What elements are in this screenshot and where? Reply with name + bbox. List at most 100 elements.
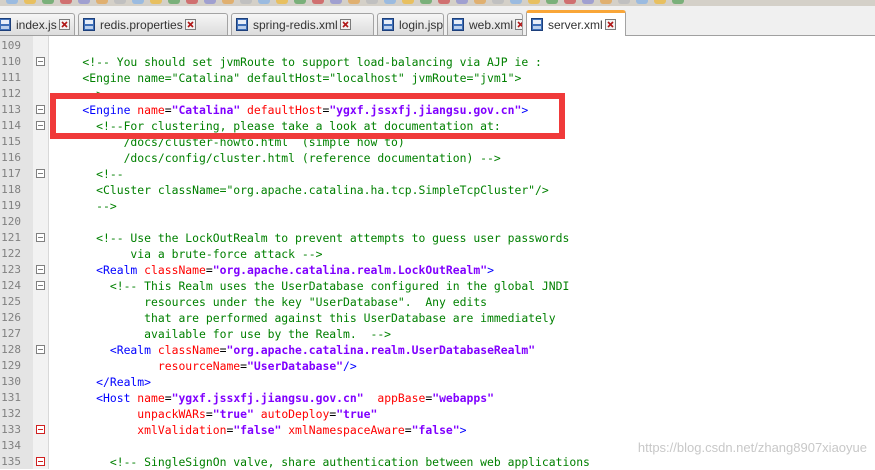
toolbar-icon[interactable] [618,0,630,4]
tab-server-xml[interactable]: server.xml [526,10,626,36]
toolbar-icon[interactable] [546,0,558,4]
toolbar-icon[interactable] [24,0,36,4]
line-number: 113 [1,103,21,116]
tab-login-jsp[interactable]: login.jsp [377,13,444,35]
code-line[interactable]: 129 resourceName="UserDatabase"/> [0,358,875,374]
toolbar-icon[interactable] [564,0,576,4]
toolbar-icon[interactable] [6,0,18,4]
fold-toggle-icon[interactable] [36,281,45,290]
code-line[interactable]: 124 <!-- This Realm uses the UserDatabas… [0,278,875,294]
code-line[interactable]: 133 xmlValidation="false" xmlNamespaceAw… [0,422,875,438]
toolbar-icon[interactable] [240,0,252,4]
code-text: xmlValidation="false" xmlNamespaceAware=… [55,423,466,437]
toolbar-icon[interactable] [186,0,198,4]
toolbar-icon[interactable] [384,0,396,4]
code-editor[interactable]: 109 110 <!-- You should set jvmRoute to s… [0,36,875,469]
tab-index-js[interactable]: index.js [0,13,75,35]
toolbar-icon[interactable] [366,0,378,4]
tab-spring-redis-xml[interactable]: spring-redis.xml [231,13,374,35]
code-line[interactable]: 130 </Realm> [0,374,875,390]
code-token: = [164,391,172,405]
code-line[interactable]: 128 <Realm className="org.apache.catalin… [0,342,875,358]
code-line[interactable]: 123 <Realm className="org.apache.catalin… [0,262,875,278]
tab-redis-properties[interactable]: redis.properties [78,13,228,35]
toolbar-icon[interactable] [150,0,162,4]
code-token: "UserDatabase" [247,359,344,373]
toolbar-icon[interactable] [420,0,432,4]
close-icon[interactable] [58,19,70,30]
code-line[interactable]: 132 unpackWARs="true" autoDeploy="true" [0,406,875,422]
toolbar-icon[interactable] [510,0,522,4]
fold-toggle-icon[interactable] [36,233,45,242]
toolbar-icon[interactable] [60,0,72,4]
fold-toggle-icon[interactable] [36,105,45,114]
toolbar-icon[interactable] [600,0,612,4]
close-icon[interactable] [184,19,196,30]
toolbar-icon[interactable] [438,0,450,4]
code-line[interactable]: 111 <Engine name="Catalina" defaultHost=… [0,70,875,86]
close-icon[interactable] [604,19,616,30]
toolbar-icon[interactable] [276,0,288,4]
toolbar-icon[interactable] [78,0,90,4]
toolbar-icon[interactable] [672,0,684,4]
line-number: 116 [1,151,21,164]
fold-toggle-icon[interactable] [36,457,45,466]
toolbar-icon[interactable] [492,0,504,4]
code-line[interactable]: 135 <!-- SingleSignOn valve, share authe… [0,454,875,470]
code-line[interactable]: 131 <Host name="ygxf.jssxfj.jiangsu.gov.… [0,390,875,406]
close-icon[interactable] [339,19,351,30]
line-number: 135 [1,455,21,468]
toolbar-icon[interactable] [114,0,126,4]
toolbar-icon[interactable] [348,0,360,4]
toolbar-icon[interactable] [204,0,216,4]
toolbar-icon[interactable] [474,0,486,4]
code-line[interactable]: 118 <Cluster className="org.apache.catal… [0,182,875,198]
line-number: 122 [1,247,21,260]
toolbar-icon[interactable] [96,0,108,4]
line-number: 128 [1,343,21,356]
toolbar-icon[interactable] [132,0,144,4]
code-line[interactable]: 126 that are performed against this User… [0,310,875,326]
code-line[interactable]: 122 via a brute-force attack --> [0,246,875,262]
fold-toggle-icon[interactable] [36,425,45,434]
toolbar-icon[interactable] [402,0,414,4]
toolbar-icon[interactable] [582,0,594,4]
toolbar-icon[interactable] [654,0,666,4]
toolbar-icon[interactable] [294,0,306,4]
code-text: <Cluster className="org.apache.catalina.… [55,183,549,197]
code-text: via a brute-force attack --> [55,247,322,261]
toolbar-icon[interactable] [168,0,180,4]
toolbar-icon[interactable] [258,0,270,4]
toolbar-icon[interactable] [222,0,234,4]
code-text: that are performed against this UserData… [55,311,555,325]
fold-toggle-icon[interactable] [36,121,45,130]
code-line[interactable]: 120 [0,214,875,230]
toolbar-icon[interactable] [456,0,468,4]
code-line[interactable]: 117 <!-- [0,166,875,182]
fold-toggle-icon[interactable] [36,57,45,66]
toolbar-icon[interactable] [636,0,648,4]
code-token: "false" [411,423,460,437]
fold-toggle-icon[interactable] [36,169,45,178]
code-token: "true" [336,407,378,421]
code-line[interactable]: 121 <!-- Use the LockOutRealm to prevent… [0,230,875,246]
code-line[interactable]: 109 [0,38,875,54]
code-token: "webapps" [432,391,494,405]
fold-toggle-icon[interactable] [36,345,45,354]
code-token: available for use by the Realm. --> [55,327,392,341]
fold-toggle-icon[interactable] [36,265,45,274]
toolbar-icon[interactable] [42,0,54,4]
code-line[interactable]: 125 resources under the key "UserDatabas… [0,294,875,310]
tab-web-xml[interactable]: web.xml [447,13,523,35]
code-token: = [404,423,412,437]
close-icon[interactable] [515,19,523,30]
toolbar-icon[interactable] [528,0,540,4]
code-line[interactable]: 119 --> [0,198,875,214]
code-text: resources under the key "UserDatabase". … [55,295,487,309]
code-line[interactable]: 127 available for use by the Realm. --> [0,326,875,342]
code-line[interactable]: 116 /docs/config/cluster.html (reference… [0,150,875,166]
code-line[interactable]: 110 <!-- You should set jvmRoute to supp… [0,54,875,70]
toolbar-icon[interactable] [330,0,342,4]
toolbar-icon[interactable] [312,0,324,4]
